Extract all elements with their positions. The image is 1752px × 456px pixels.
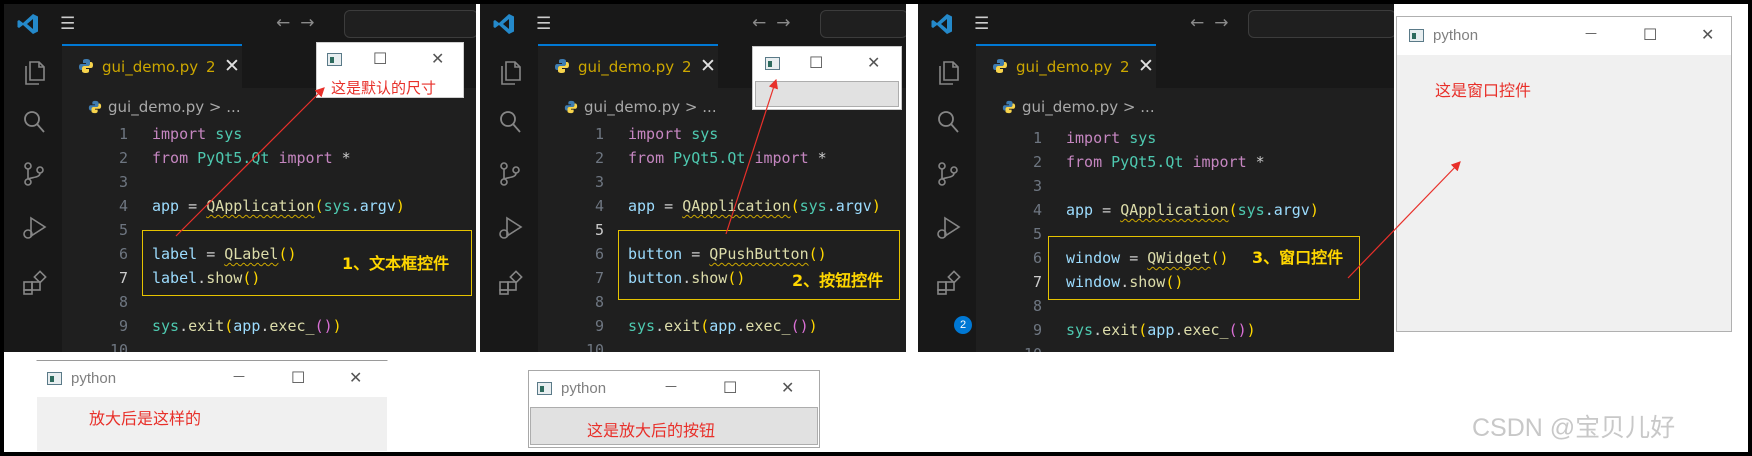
annotation-arrows [175,78,1461,279]
arrow-label [175,87,325,237]
arrow-button [725,78,778,235]
arrow-widget [1347,161,1461,279]
